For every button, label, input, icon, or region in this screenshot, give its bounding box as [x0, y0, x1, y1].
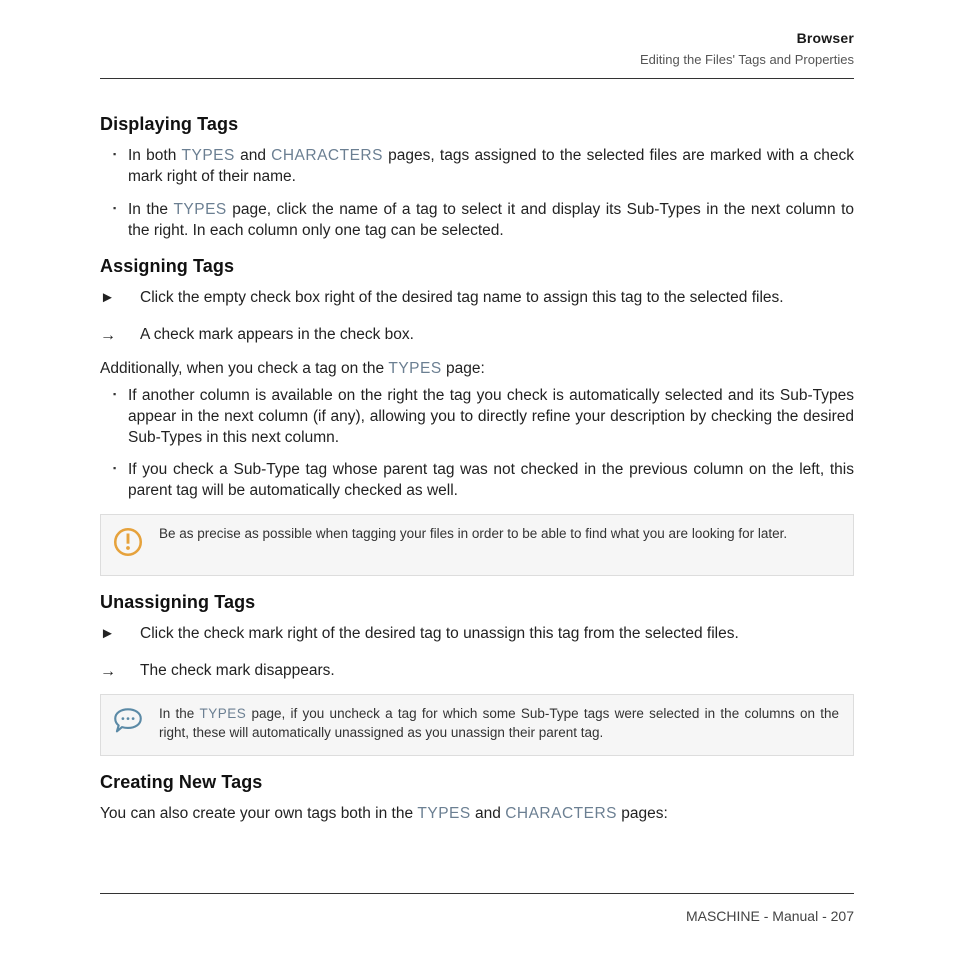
- step: ► Click the check mark right of the desi…: [100, 624, 854, 645]
- header-subtitle: Editing the Files' Tags and Properties: [640, 52, 854, 67]
- header-title: Browser: [640, 30, 854, 46]
- result: → A check mark appears in the check box.: [100, 325, 854, 347]
- text: You can also create your own tags both i…: [100, 805, 417, 822]
- text: In the: [159, 706, 200, 721]
- link-types[interactable]: TYPES: [200, 706, 247, 721]
- content: Displaying Tags In both TYPES and CHARAC…: [100, 100, 854, 831]
- link-types[interactable]: TYPES: [388, 360, 441, 377]
- text: page, if you uncheck a tag for which som…: [159, 706, 839, 740]
- link-characters[interactable]: CHARACTERS: [505, 805, 617, 822]
- warning-icon: [111, 525, 145, 564]
- text: page:: [442, 360, 485, 377]
- list-displaying: In both TYPES and CHARACTERS pages, tags…: [100, 146, 854, 242]
- step-text: Click the check mark right of the desire…: [140, 624, 739, 645]
- heading-creating-new-tags: Creating New Tags: [100, 770, 854, 794]
- link-types[interactable]: TYPES: [417, 805, 470, 822]
- list-item: If you check a Sub-Type tag whose parent…: [128, 460, 854, 502]
- list-item: In the TYPES page, click the name of a t…: [128, 200, 854, 242]
- heading-displaying-tags: Displaying Tags: [100, 112, 854, 136]
- paragraph: You can also create your own tags both i…: [100, 804, 854, 825]
- text: page, click the name of a tag to select …: [128, 201, 854, 239]
- tip-callout: In the TYPES page, if you uncheck a tag …: [100, 694, 854, 755]
- text: and: [471, 805, 505, 822]
- result-arrow-icon: →: [100, 325, 118, 347]
- speech-bubble-icon: [111, 705, 145, 744]
- heading-assigning-tags: Assigning Tags: [100, 254, 854, 278]
- text: pages:: [617, 805, 668, 822]
- step: ► Click the empty check box right of the…: [100, 288, 854, 309]
- tip-text: In the TYPES page, if you uncheck a tag …: [159, 705, 839, 743]
- result-text: A check mark appears in the check box.: [140, 325, 414, 347]
- page-footer: MASCHINE - Manual - 207: [686, 908, 854, 924]
- step-marker-icon: ►: [100, 288, 118, 309]
- bottom-rule: [100, 893, 854, 894]
- note-text: Be as precise as possible when tagging y…: [159, 525, 839, 544]
- link-characters[interactable]: CHARACTERS: [271, 147, 383, 164]
- list-item: In both TYPES and CHARACTERS pages, tags…: [128, 146, 854, 188]
- link-types[interactable]: TYPES: [173, 201, 226, 218]
- link-types[interactable]: TYPES: [182, 147, 235, 164]
- text: In both: [128, 147, 182, 164]
- result: → The check mark disappears.: [100, 661, 854, 683]
- note-callout: Be as precise as possible when tagging y…: [100, 514, 854, 575]
- page: Browser Editing the Files' Tags and Prop…: [0, 0, 954, 954]
- heading-unassigning-tags: Unassigning Tags: [100, 590, 854, 614]
- list-item: If another column is available on the ri…: [128, 386, 854, 449]
- text: and: [235, 147, 271, 164]
- top-rule: [100, 78, 854, 79]
- step-marker-icon: ►: [100, 624, 118, 645]
- text: In the: [128, 201, 173, 218]
- result-arrow-icon: →: [100, 661, 118, 683]
- step-text: Click the empty check box right of the d…: [140, 288, 784, 309]
- text: Additionally, when you check a tag on th…: [100, 360, 388, 377]
- result-text: The check mark disappears.: [140, 661, 335, 683]
- paragraph: Additionally, when you check a tag on th…: [100, 359, 854, 380]
- list-assigning: If another column is available on the ri…: [100, 386, 854, 503]
- page-header: Browser Editing the Files' Tags and Prop…: [640, 30, 854, 67]
